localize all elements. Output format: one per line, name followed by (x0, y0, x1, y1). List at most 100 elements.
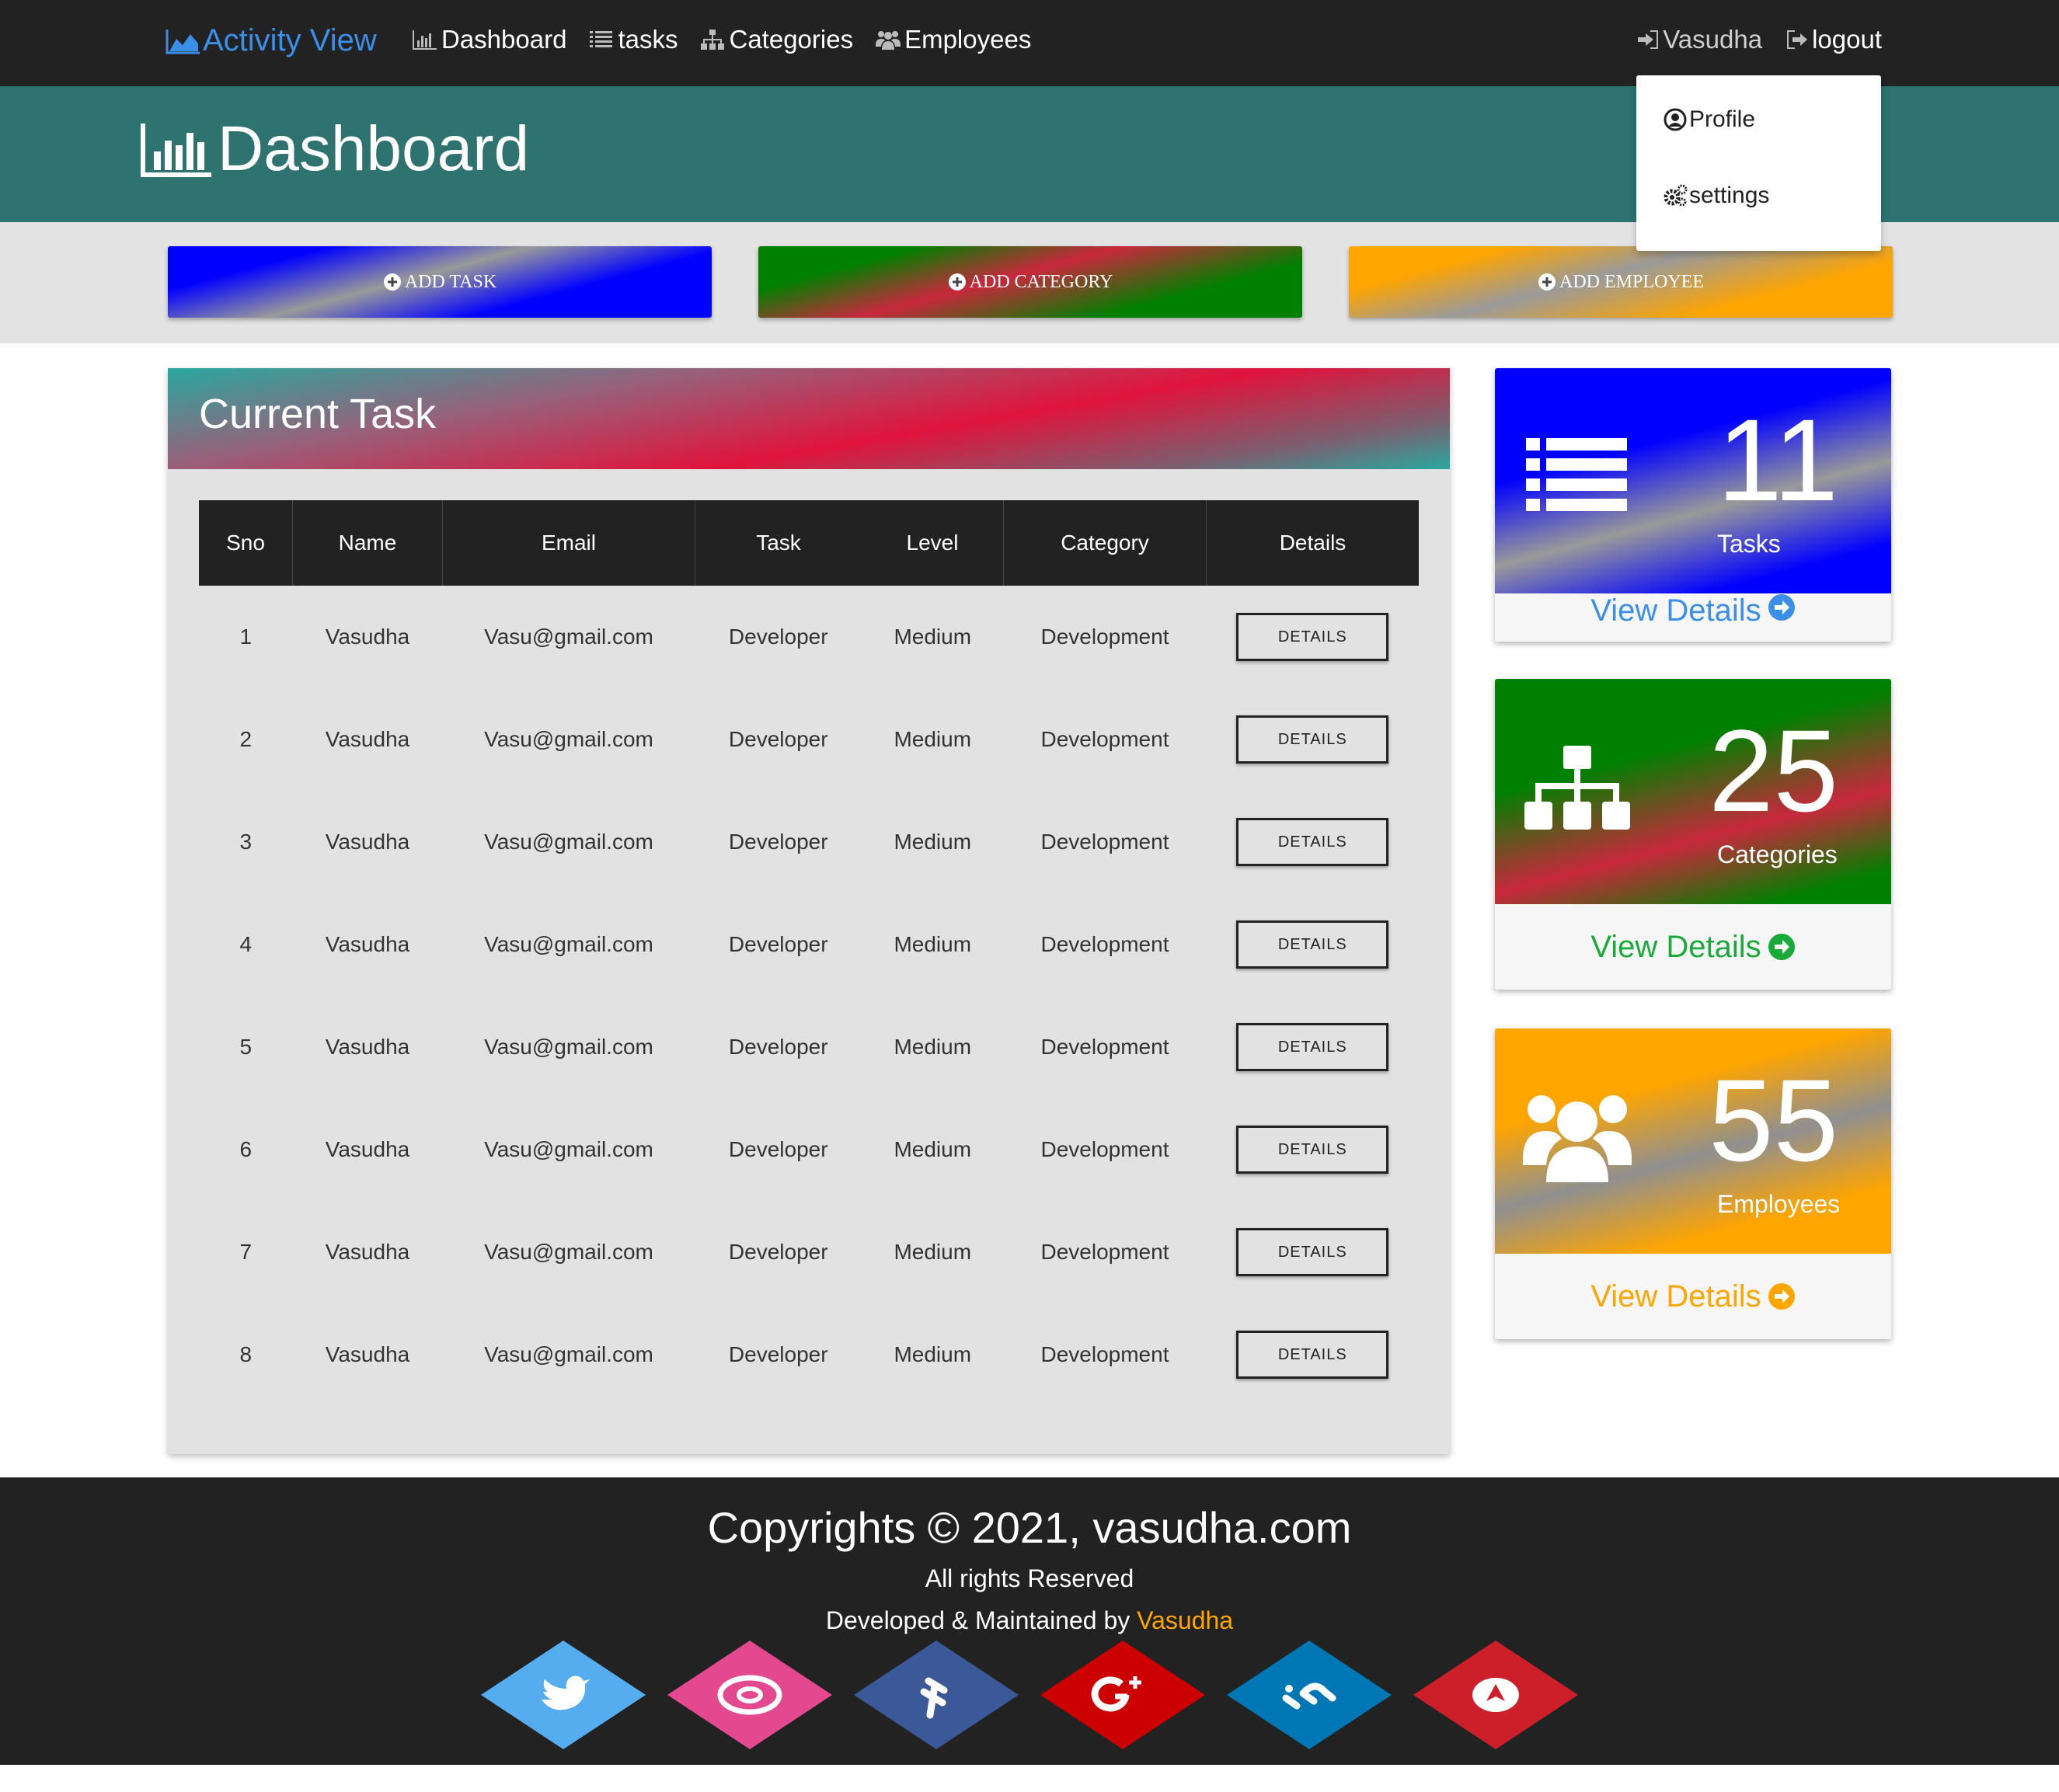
table-cell: Development (1040, 1035, 1169, 1059)
nav-dashboard[interactable]: Dashboard (412, 25, 566, 54)
user-menu-toggle[interactable]: Vasudha (1636, 25, 1762, 54)
user-name: Vasudha (1663, 25, 1763, 54)
user-dropdown-menu: Profile settings (1636, 75, 1881, 251)
linkedin-icon (1227, 1641, 1392, 1749)
table-cell: DETAILS (1207, 1303, 1420, 1406)
table-cell: Vasu@gmail.com (484, 1240, 653, 1264)
table-cell: Developer (728, 1240, 828, 1264)
footer-author-link[interactable]: Vasudha (1137, 1606, 1233, 1634)
add-employee-button[interactable]: ADD EMPLOYEE (1349, 246, 1893, 318)
details-button[interactable]: DETAILS (1236, 1331, 1389, 1379)
linkedin-link[interactable] (1227, 1641, 1392, 1749)
dropdown-settings[interactable]: settings (1663, 183, 1769, 209)
table-cell: DETAILS (1207, 791, 1420, 893)
table-cell: Developer (728, 1137, 828, 1161)
table-cell: Developer (728, 932, 828, 956)
twitter-icon (481, 1641, 646, 1749)
column-header: Task (695, 500, 862, 586)
plus-circle-icon (948, 273, 966, 291)
tasks-view-details-link[interactable]: View Details (1495, 593, 1891, 642)
page-footer: Copyrights © 2021, vasudha.com All right… (0, 1477, 2059, 1765)
table-cell: Developer (728, 1035, 828, 1059)
table-cell: 2 (239, 727, 253, 751)
table-cell: Vasudha (325, 932, 410, 956)
dropdown-settings-label: settings (1689, 183, 1770, 208)
table-cell: Medium (894, 1137, 972, 1161)
table-cell: DETAILS (1207, 996, 1420, 1098)
add-task-button[interactable]: ADD TASK (168, 246, 712, 318)
gears-icon (1664, 184, 1688, 207)
users-icon (1523, 1095, 1632, 1182)
employees-view-details-link[interactable]: View Details (1495, 1254, 1891, 1339)
table-cell: Vasu@gmail.com (484, 1342, 653, 1366)
nav-employees[interactable]: Employees (875, 25, 1031, 54)
top-navbar: Activity View Dashboard tasks Categories… (0, 0, 2059, 86)
google-plus-link[interactable] (1040, 1641, 1205, 1749)
categories-count: 25 (1709, 705, 1838, 836)
sitemap-icon (701, 30, 725, 50)
table-row: 6 Vasudha Vasu@gmail.com Developer Medium Dev… (199, 1098, 1419, 1201)
details-button[interactable]: DETAILS (1236, 1228, 1389, 1276)
table-cell: Vasu@gmail.com (484, 830, 653, 854)
details-button[interactable]: DETAILS (1236, 920, 1389, 969)
upload-link[interactable] (1413, 1641, 1578, 1749)
details-button[interactable]: DETAILS (1236, 1023, 1389, 1071)
table-cell: Vasudha (325, 625, 410, 649)
dropdown-profile-label: Profile (1689, 106, 1756, 132)
employees-stat-card: 55 Employees View Details (1495, 1028, 1891, 1339)
google-plus-icon (1040, 1641, 1205, 1749)
table-cell: Vasudha (325, 1035, 410, 1059)
bar-chart-icon (141, 124, 211, 177)
logout-link[interactable]: logout (1786, 25, 1882, 54)
arrow-circle-right-icon (1768, 934, 1795, 960)
column-header: Details (1206, 500, 1419, 586)
add-category-button[interactable]: ADD CATEGORY (758, 246, 1302, 318)
table-cell: Vasu@gmail.com (484, 1035, 653, 1059)
table-cell: Medium (894, 1342, 972, 1366)
details-button[interactable]: DETAILS (1236, 715, 1389, 764)
table-cell: Vasudha (325, 727, 410, 751)
nav-employees-label: Employees (904, 25, 1032, 54)
sign-in-icon (1638, 30, 1659, 49)
table-row: 5 Vasudha Vasu@gmail.com Developer Medium Dev… (199, 996, 1419, 1098)
page-title: Dashboard (140, 113, 529, 186)
instagram-link[interactable] (667, 1641, 832, 1749)
facebook-link[interactable] (854, 1641, 1019, 1749)
list-icon (1526, 438, 1627, 511)
table-cell: Development (1040, 830, 1169, 854)
table-cell: Medium (894, 625, 972, 649)
arrow-circle-right-icon (1768, 1283, 1795, 1310)
page-title-label: Dashboard (218, 113, 530, 184)
add-employee-label: ADD EMPLOYEE (1559, 271, 1704, 292)
table-cell: Vasu@gmail.com (484, 1137, 653, 1161)
view-details-label: View Details (1590, 929, 1761, 964)
table-cell: 4 (239, 932, 253, 956)
dropdown-profile[interactable]: Profile (1663, 106, 1755, 133)
table-cell: DETAILS (1207, 688, 1420, 791)
brand-link[interactable]: Activity View (165, 23, 377, 58)
list-icon (590, 31, 613, 47)
details-button[interactable]: DETAILS (1236, 1126, 1389, 1174)
nav-dashboard-label: Dashboard (441, 25, 567, 54)
twitter-link[interactable] (481, 1641, 646, 1749)
sitemap-icon (1524, 746, 1630, 830)
details-button[interactable]: DETAILS (1236, 818, 1389, 866)
sign-out-icon (1787, 30, 1808, 49)
details-button[interactable]: DETAILS (1236, 613, 1389, 661)
nav-tasks[interactable]: tasks (588, 25, 678, 54)
categories-view-details-link[interactable]: View Details (1495, 904, 1891, 990)
column-header: Name (292, 500, 443, 586)
nav-categories[interactable]: Categories (699, 25, 853, 54)
area-chart-icon (165, 29, 200, 54)
column-header: Email (442, 500, 695, 586)
table-cell: 1 (239, 625, 253, 649)
logout-label: logout (1812, 25, 1882, 54)
table-cell: 8 (239, 1342, 253, 1366)
employees-label: Employees (1717, 1190, 1841, 1218)
column-header: Sno (199, 500, 293, 586)
table-cell: Developer (728, 625, 828, 649)
table-cell: 6 (239, 1137, 253, 1161)
footer-rights: All rights Reserved (925, 1564, 1134, 1592)
table-cell: Vasudha (325, 1240, 410, 1264)
table-cell: DETAILS (1207, 1098, 1420, 1201)
